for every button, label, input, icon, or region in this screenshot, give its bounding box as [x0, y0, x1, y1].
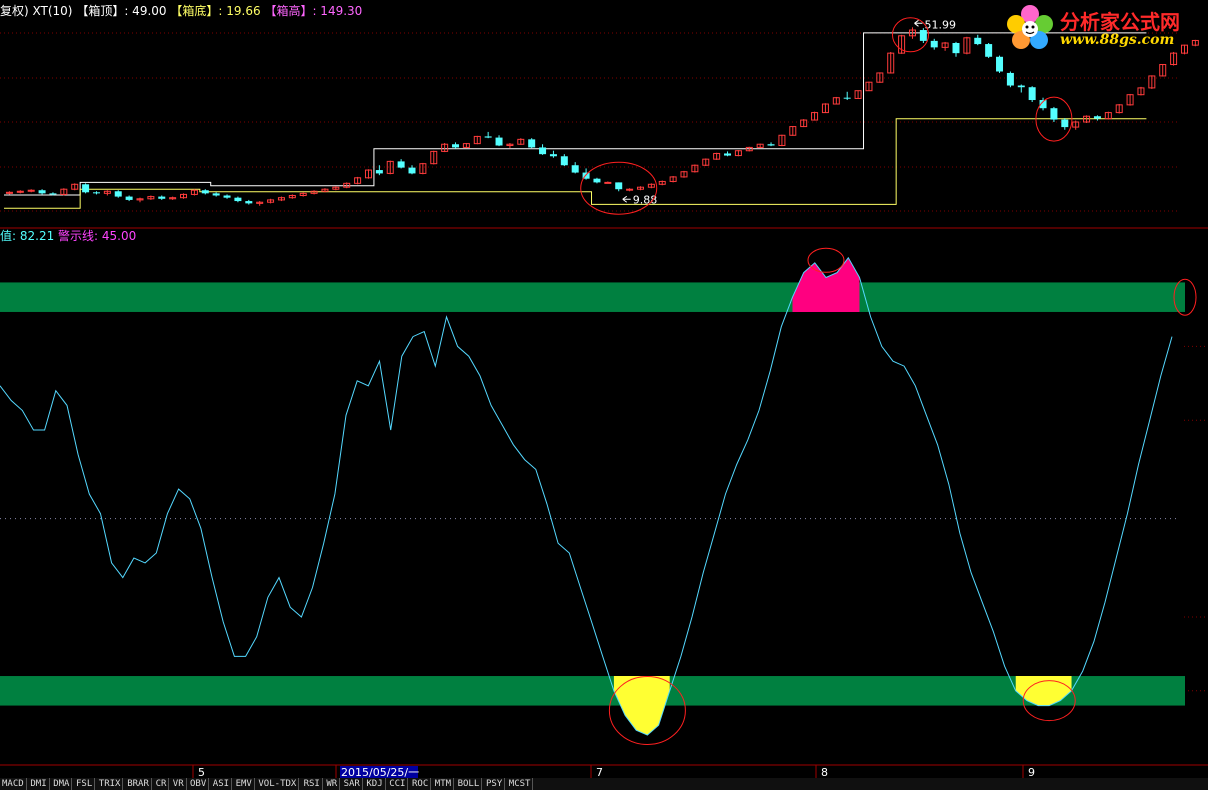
candle-body	[974, 37, 982, 45]
indicator-tab[interactable]: TRIX	[97, 778, 124, 790]
indicator-tab[interactable]: VOL-TDX	[256, 778, 300, 790]
candle-body	[397, 161, 405, 168]
logo-name: 分析家公式网	[1060, 10, 1180, 34]
candle	[82, 183, 90, 194]
flower-logo-icon	[1007, 5, 1053, 49]
candle-body	[919, 30, 927, 41]
candle-body	[212, 193, 220, 196]
candle-body	[114, 191, 122, 197]
candle-body	[1017, 85, 1025, 88]
indicator-tab[interactable]: BOLL	[456, 778, 483, 790]
main-chart-header: 复权) XT(10) 【箱顶】: 49.00 【箱底】: 19.66 【箱高】:…	[0, 4, 362, 18]
candle	[114, 190, 122, 198]
candle-body	[234, 197, 242, 202]
indicator-tab[interactable]: ROC	[410, 778, 432, 790]
box-top-label: 【箱顶】	[76, 4, 125, 18]
indicator-tab[interactable]: OBV	[188, 778, 210, 790]
candle-body	[1050, 108, 1058, 120]
candle-body	[571, 165, 579, 173]
candle	[528, 138, 536, 149]
candle-body	[604, 181, 612, 184]
candle-body	[49, 193, 57, 195]
indicator-value: 值: 82.21	[0, 229, 55, 243]
candle	[996, 55, 1004, 73]
candle-body	[549, 154, 557, 157]
stock-chart-canvas: 51.999.88 5 2015/05/25/一 7 8 9	[0, 0, 1208, 790]
indicator-header: 值: 82.21 警示线: 45.00	[0, 229, 136, 243]
candle-body	[560, 156, 568, 166]
indicator-tab[interactable]: EMV	[234, 778, 255, 790]
candle-body	[1061, 119, 1069, 128]
warning-line-label: 警示线: 45.00	[58, 229, 137, 243]
candle-body	[223, 195, 231, 198]
indicator-tab[interactable]: KDJ	[364, 778, 386, 790]
candle-body	[452, 144, 460, 148]
high-price-label: 51.99	[924, 18, 956, 31]
oversold-band	[0, 676, 1185, 706]
candle-body	[1028, 87, 1036, 101]
candle-body	[593, 178, 601, 183]
candle-body	[1093, 116, 1101, 119]
candle-body	[724, 153, 732, 156]
box-top-value: : 49.00	[124, 4, 167, 18]
candle	[985, 42, 993, 59]
candle-body	[626, 188, 634, 191]
candle-body	[767, 144, 775, 146]
site-logo: 分析家公式网 www.88gs.com	[1002, 2, 1202, 56]
header-prefix: 复权) XT(10)	[0, 4, 73, 18]
candle-body	[1006, 72, 1014, 86]
candle-body	[539, 147, 547, 155]
candle-body	[245, 201, 253, 204]
candle	[1006, 71, 1014, 88]
candle-body	[843, 97, 851, 99]
candle-body	[996, 56, 1004, 72]
candle-body	[38, 190, 46, 194]
indicator-tab[interactable]: CR	[154, 778, 170, 790]
candle-body	[528, 139, 536, 148]
candle-body	[375, 170, 383, 174]
candle-body	[158, 196, 166, 199]
box-high-value: : 149.30	[312, 4, 363, 18]
indicator-tab[interactable]: CCI	[387, 778, 409, 790]
candle-body	[952, 42, 960, 54]
candle-body	[615, 182, 623, 190]
indicator-tab[interactable]: MACD	[0, 778, 27, 790]
logo-url: www.88gs.com	[1060, 32, 1175, 48]
indicator-tab[interactable]: WR	[324, 778, 341, 790]
box-high-label: 【箱高】	[264, 4, 313, 18]
overbought-band	[0, 282, 1185, 312]
candle-body	[92, 192, 100, 194]
candle-body	[125, 196, 133, 200]
indicator-tab[interactable]: VR	[171, 778, 187, 790]
indicator-tab[interactable]: ASI	[211, 778, 233, 790]
candle-body	[82, 184, 90, 193]
indicator-tab[interactable]: RSI	[302, 778, 323, 790]
indicator-tab[interactable]: DMI	[28, 778, 50, 790]
candle-body	[495, 137, 503, 146]
box-bottom-label: 【箱底】	[170, 4, 219, 18]
candle-body	[484, 136, 492, 138]
candle-body	[201, 190, 209, 194]
low-price-label: 9.88	[633, 193, 658, 206]
indicator-tab[interactable]: SAR	[342, 778, 363, 790]
box-bottom-value: : 19.66	[218, 4, 261, 18]
candle-body	[408, 167, 416, 174]
indicator-tab[interactable]: DMA	[51, 778, 73, 790]
indicator-tab[interactable]: PSY	[484, 778, 506, 790]
indicator-tab[interactable]: MTM	[433, 778, 455, 790]
candle-body	[930, 40, 938, 48]
indicator-tab[interactable]: FSL	[74, 778, 96, 790]
candle-body	[985, 44, 993, 57]
candle	[1028, 86, 1036, 103]
indicator-tab[interactable]: BRAR	[125, 778, 152, 790]
indicator-tab-bar: MACD DMI DMA FSL TRIX BRAR CR VR OBV ASI EMV VOL-TD…	[0, 778, 1208, 790]
indicator-tab[interactable]: MCST	[507, 778, 534, 790]
